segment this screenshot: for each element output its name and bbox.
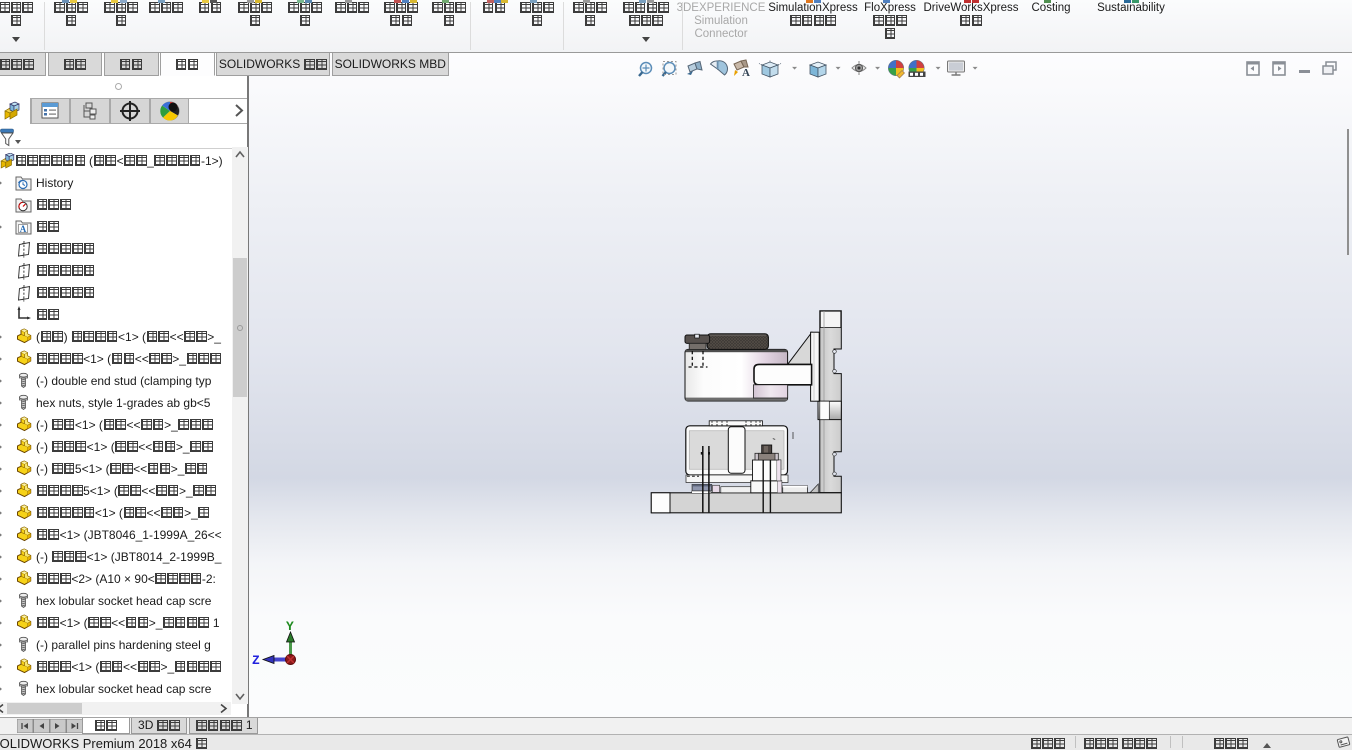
svg-text:A: A bbox=[20, 224, 27, 234]
svg-text:Z: Z bbox=[252, 653, 260, 668]
svg-text:Y: Y bbox=[286, 619, 294, 634]
svg-text:A: A bbox=[742, 67, 750, 79]
